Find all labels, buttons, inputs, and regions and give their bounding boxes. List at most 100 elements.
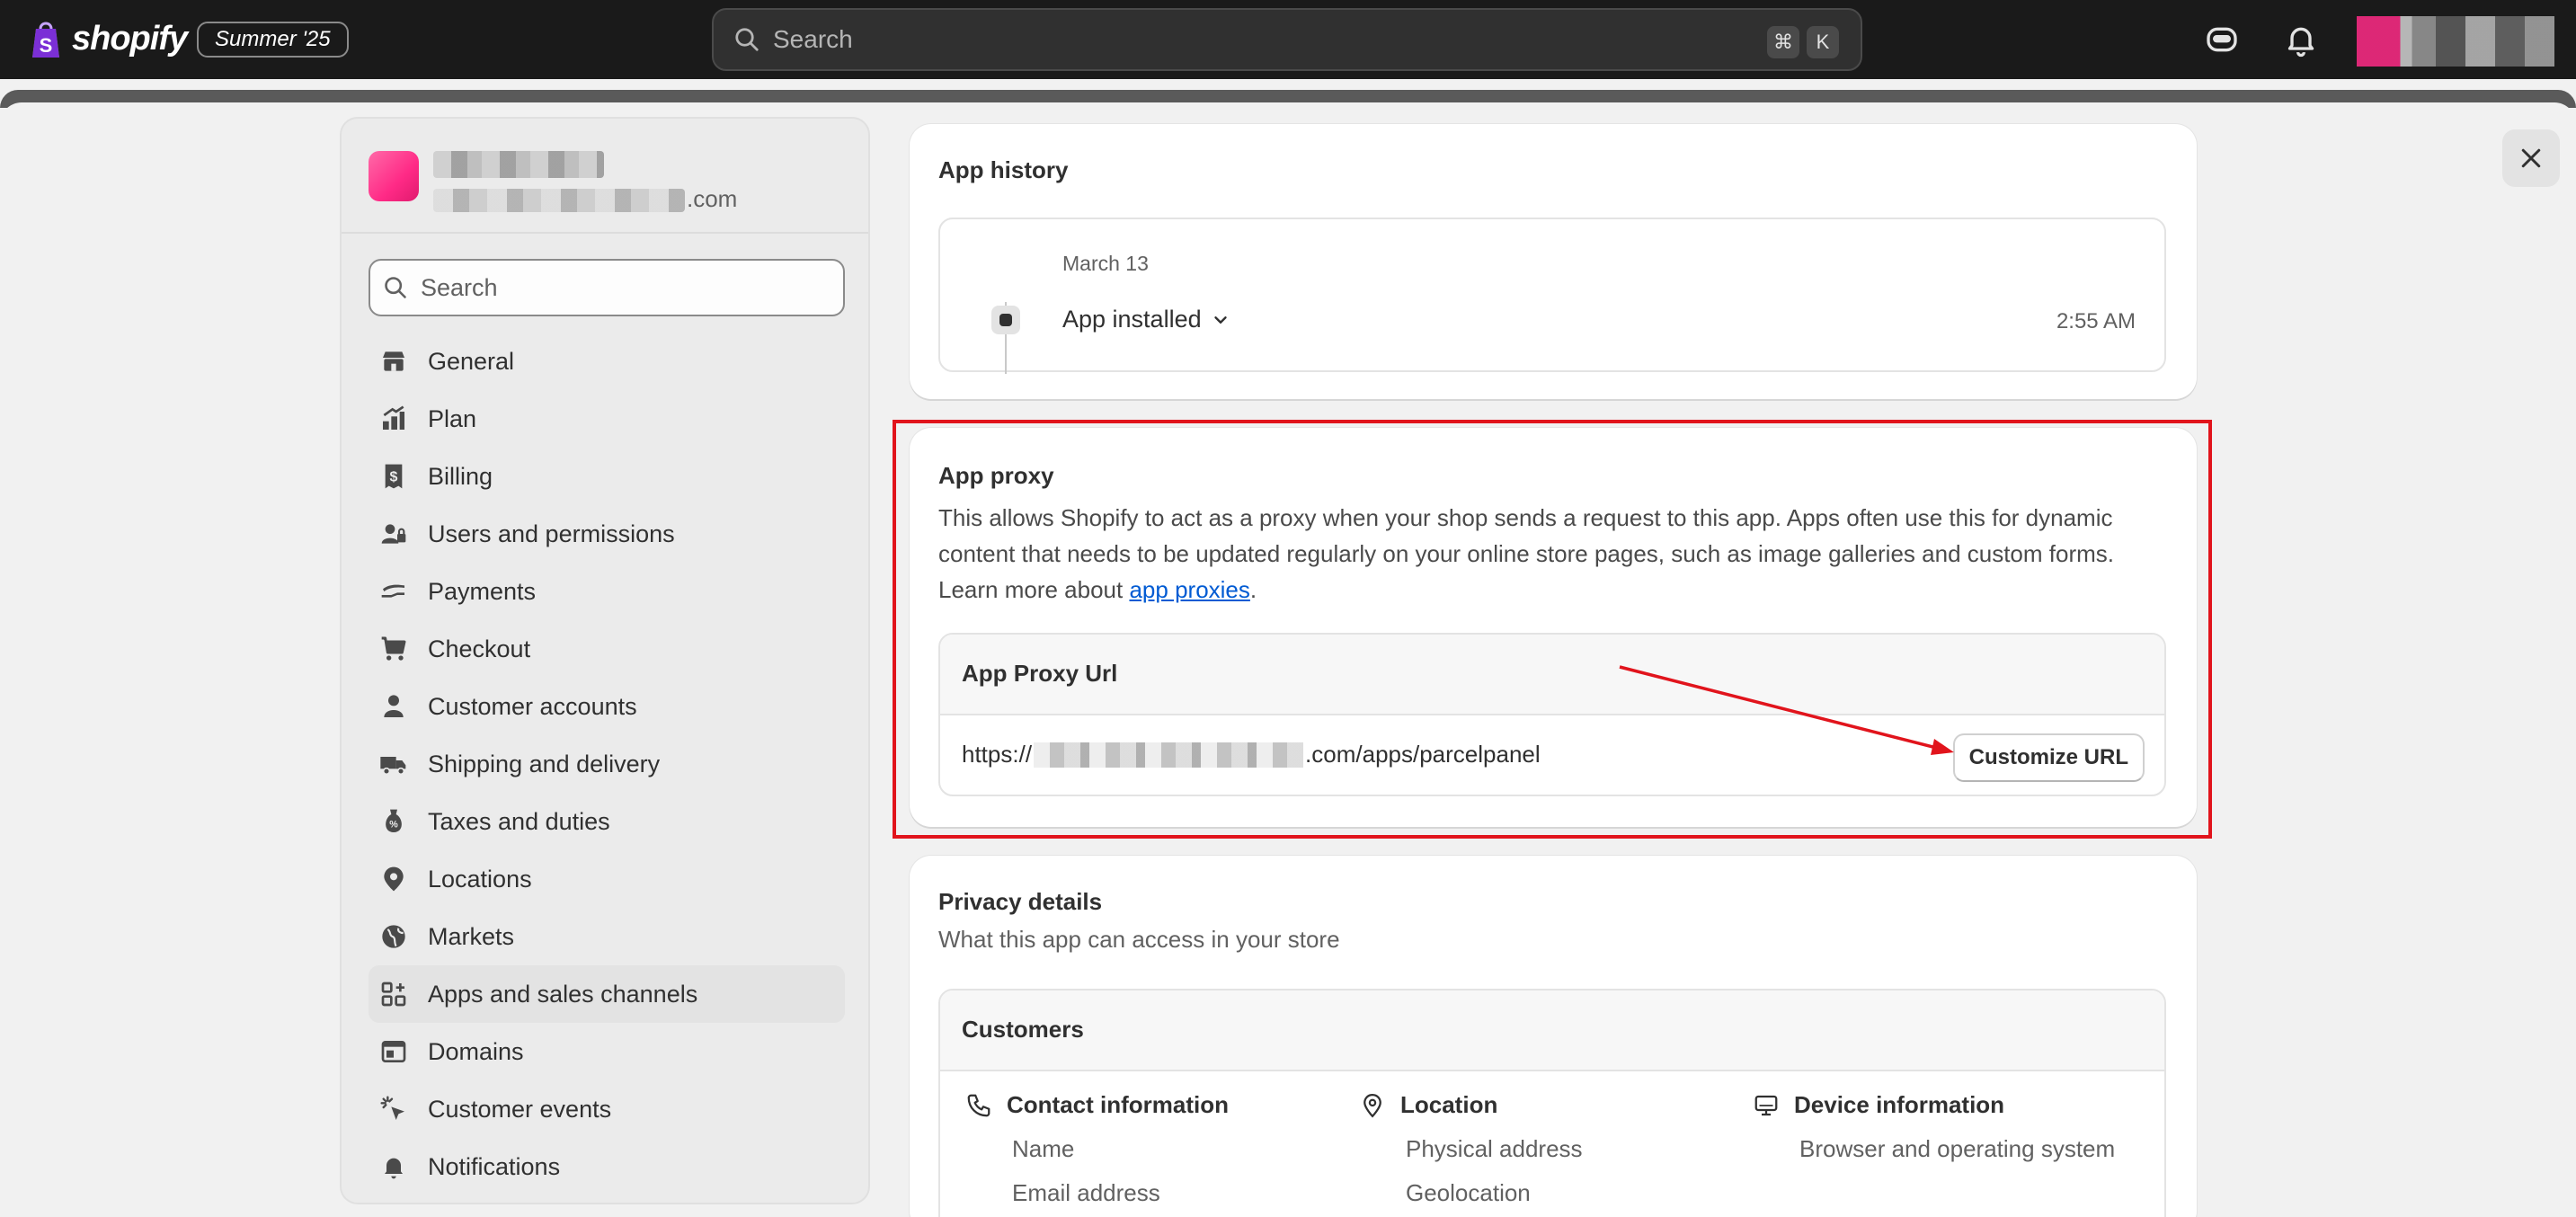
sidebar-item-label: Users and permissions [428,520,675,547]
svg-text:%: % [389,820,398,831]
search-icon [735,28,759,51]
sidebar-item-label: Plan [428,404,477,432]
annotation-highlight-box [893,420,2212,839]
billing-icon: $ [385,464,403,489]
sidebar-item-label: Customer accounts [428,692,637,720]
sidebar-item-label: Locations [428,865,532,893]
history-date: March 13 [1062,252,1149,275]
search-placeholder: Search [773,25,853,53]
tax-icon: % [386,809,402,832]
account-avatar[interactable] [2357,16,2554,67]
sidebar-item-domains[interactable]: Domains [369,1023,845,1080]
history-timeline: March 13 App installed 2:55 AM [938,218,2166,374]
store-email-suffix: .com [687,185,738,212]
privacy-item: Email address [1012,1179,1160,1206]
sidebar-item-label: Payments [428,577,537,605]
customers-title: Customers [962,1016,1084,1043]
sidebar-item-label: Customer events [428,1095,612,1123]
sidebar-item-label: Shipping and delivery [428,750,661,777]
sidebar-item-label: Billing [428,462,493,490]
sidebar-item-locations[interactable]: Locations [369,850,845,908]
plan-icon [383,405,404,430]
bell-icon[interactable] [2283,22,2319,58]
search-icon [385,277,406,298]
chevron-down-icon [1213,315,1227,324]
bell-icon [385,1158,403,1179]
sidebar-item-label: Checkout [428,635,531,662]
location-icon [384,866,404,892]
store-name-redacted [433,151,604,178]
brand-wordmark: shopify [72,19,188,58]
customers-header: Customers [940,990,2164,1071]
store-switcher[interactable]: .com [342,119,868,234]
sidebar-item-label: Apps and sales channels [428,980,698,1008]
sidekick-icon[interactable] [2204,22,2240,58]
cursor-icon [380,1096,404,1120]
globe-icon [382,925,405,948]
privacy-item: Geolocation [1406,1179,1531,1206]
shortcut-cmd-key: ⌘ [1767,26,1799,58]
close-button[interactable] [2502,129,2560,187]
location-column: Location Physical address Geolocation [1359,1091,1583,1207]
svg-text:$: $ [390,469,398,484]
sidebar-item-notifications[interactable]: Notifications [369,1138,845,1195]
store-icon [383,351,404,371]
sidebar-item-label: General [428,347,515,375]
payments-icon [381,584,404,598]
sidebar-item-checkout[interactable]: Checkout [369,620,845,678]
sidebar-item-general[interactable]: General [369,333,845,390]
history-event-toggle[interactable]: App installed [1062,306,1230,333]
users-icon [381,524,406,544]
contact-information-column: Contact information Name Email address [965,1091,1229,1207]
privacy-title: Privacy details [938,888,1103,915]
sidebar-item-markets[interactable]: Markets [369,908,845,965]
device-information-heading: Device information [1794,1091,2005,1118]
pin-icon [1364,1093,1381,1118]
edition-badge[interactable]: Summer '25 [197,22,349,58]
global-search-input[interactable]: Search ⌘ K [712,8,1862,71]
privacy-item: Physical address [1406,1135,1583,1162]
person-icon [384,695,404,717]
sidebar-item-taxes-and-duties[interactable]: % Taxes and duties [369,793,845,850]
sidebar-item-label: Taxes and duties [428,807,610,835]
privacy-item: Browser and operating system [1799,1135,2116,1162]
shopify-bag-icon: S [32,22,59,58]
privacy-item: Name [1012,1135,1075,1162]
truck-icon [380,757,406,776]
settings-nav: General Plan $ Billing Users and permiss… [369,333,845,1195]
svg-text:S: S [40,34,53,57]
cart-icon [381,636,406,661]
store-avatar [369,151,419,201]
sidebar-item-label: Domains [428,1037,524,1065]
store-email-redacted [433,189,685,212]
sidebar-item-apps-and-sales-channels[interactable]: Apps and sales channels [369,965,845,1023]
search-placeholder: Search [421,273,498,301]
app-history-title: App history [938,156,1069,183]
sidebar-item-customer-accounts[interactable]: Customer accounts [369,678,845,735]
annotation-arrow-icon [1619,665,1954,755]
settings-sidebar: .com Search General Plan $ Billing Users… [340,117,870,1204]
monitor-icon [1754,1095,1778,1115]
privacy-subtitle: What this app can access in your store [938,926,1340,953]
phone-icon [967,1094,990,1116]
top-bar: S shopify Summer '25 Search ⌘ K [0,0,2576,79]
sidebar-item-label: Notifications [428,1152,561,1180]
sidebar-item-billing[interactable]: $ Billing [369,448,845,505]
privacy-details-card: Privacy details What this app can access… [910,856,2197,1217]
domains-icon [381,1041,406,1062]
sidebar-item-label: Markets [428,922,515,950]
sidebar-item-shipping-and-delivery[interactable]: Shipping and delivery [369,735,845,793]
shopify-logo[interactable]: S shopify [29,18,188,59]
settings-search-input[interactable]: Search [369,259,845,316]
contact-information-heading: Contact information [1007,1091,1229,1118]
history-time: 2:55 AM [2056,309,2136,333]
customers-section: Customers Contact information Name Email… [938,989,2166,1217]
sidebar-item-payments[interactable]: Payments [369,563,845,620]
device-information-column: Device information Browser and operating… [1753,1091,2115,1163]
sidebar-item-customer-events[interactable]: Customer events [369,1080,845,1138]
location-heading: Location [1400,1091,1498,1118]
shortcut-k-key: K [1807,26,1839,58]
sidebar-item-users-and-permissions[interactable]: Users and permissions [369,505,845,563]
timeline-dot [999,314,1012,326]
sidebar-item-plan[interactable]: Plan [369,390,845,448]
